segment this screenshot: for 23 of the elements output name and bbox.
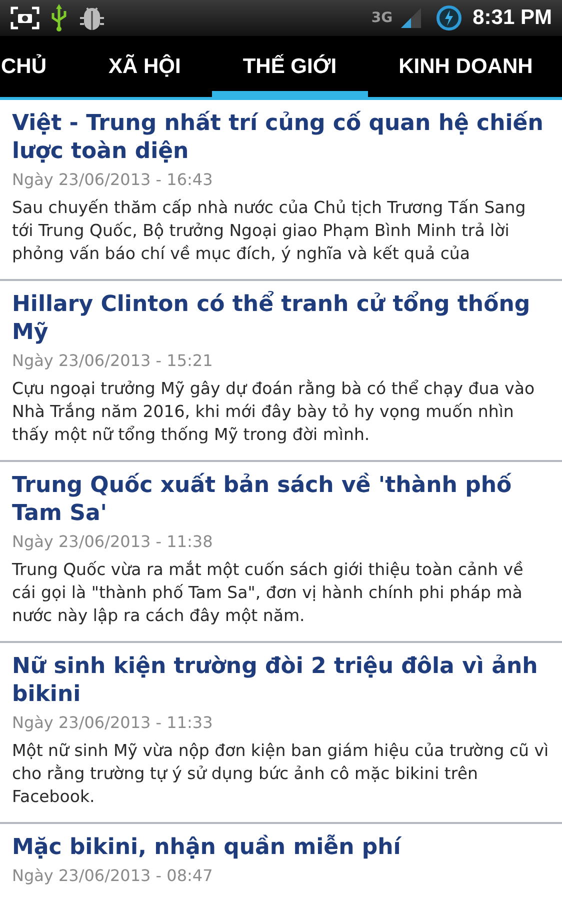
category-tab[interactable]: XÃ HỘI xyxy=(78,36,212,97)
article-summary: Một nữ sinh Mỹ vừa nộp đơn kiện ban giám hiệu của trường cũ vì cho rằng trường tự ý sử dụng bức ảnh cô mặc bikini trên Facebook. xyxy=(12,740,550,808)
article-title[interactable]: Hillary Clinton có thể tranh cử tổng thống Mỹ xyxy=(12,291,550,347)
article-date: Ngày 23/06/2013 - 15:21 xyxy=(12,350,214,372)
article-date: Ngày 23/06/2013 - 11:33 xyxy=(12,712,214,734)
category-tab[interactable]: KINH DOANH xyxy=(368,36,562,97)
clock: 8:31 PM xyxy=(472,6,552,30)
usb-icon xyxy=(50,4,68,32)
network-type: 3G xyxy=(371,10,393,26)
article-title[interactable]: Nữ sinh kiện trường đòi 2 triệu đôla vì ảnh bikini xyxy=(12,653,550,709)
category-tab[interactable]: CHỦ xyxy=(0,36,78,97)
screenshot-icon xyxy=(10,6,40,30)
article-summary: Sau chuyến thăm cấp nhà nước của Chủ tịch Trương Tấn Sang tới Trung Quốc, Bộ trưởng Ngoại giao Phạm Bình Minh trả lời phỏng vấn báo chí về mục đích, ý nghĩa và kết quả của xyxy=(12,197,527,265)
battery-charging-icon xyxy=(434,4,463,32)
article-summary: Trung Quốc vừa ra mắt một cuốn sách giới thiệu toàn cảnh về cái gọi là "thành phố Tam Sa", đơn vị hành chính phi pháp mà nước này lập ra cách đây một năm. xyxy=(12,559,524,627)
article-date: Ngày 23/06/2013 - 11:38 xyxy=(12,531,214,553)
article-title[interactable]: Trung Quốc xuất bản sách về 'thành phố Tam Sa' xyxy=(12,472,550,528)
article-title[interactable]: Việt - Trung nhất trí củng cố quan hệ chiến lược toàn diện xyxy=(12,110,550,166)
category-tab[interactable]: THẾ GIỚI xyxy=(212,36,368,97)
article-summary: Cựu ngoại trưởng Mỹ gây dự đoán rằng bà có thể chạy đua vào Nhà Trắng năm 2016, khi mới đây bày tỏ hy vọng muốn nhìn thấy một nữ tổng thống Mỹ trong đời mình. xyxy=(12,378,536,446)
article-date: Ngày 23/06/2013 - 16:43 xyxy=(12,169,214,191)
article-date: Ngày 23/06/2013 - 08:47 xyxy=(12,865,214,887)
article-title[interactable]: Mặc bikini, nhận quần miễn phí xyxy=(12,834,550,862)
